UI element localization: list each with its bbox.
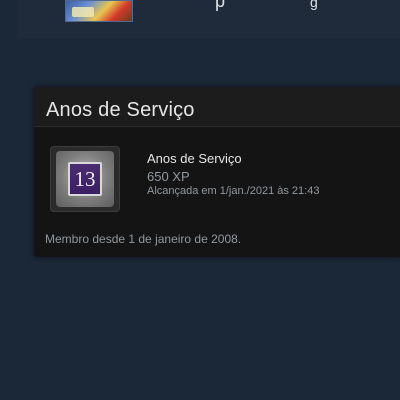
badge-level-number: 13 bbox=[74, 166, 96, 191]
profile-name-fragment-2: g bbox=[310, 0, 318, 10]
profile-header: p g bbox=[18, 0, 400, 38]
avatar[interactable] bbox=[65, 0, 133, 22]
years-of-service-panel: Anos de Serviço 13 Anos de Serviço 650 X… bbox=[34, 87, 400, 257]
badge-earned-date: Alcançada em 1/jan./2021 às 21:43 bbox=[147, 185, 320, 197]
badge-name[interactable]: Anos de Serviço bbox=[147, 151, 319, 166]
badge-xp: 650 XP bbox=[147, 169, 190, 184]
badge-info: Anos de Serviço 650 XP Alcançada em 1/ja… bbox=[147, 151, 319, 197]
panel-header: Anos de Serviço bbox=[34, 87, 400, 127]
profile-name-fragment: p bbox=[215, 0, 226, 11]
badge-icon[interactable]: 13 bbox=[50, 146, 120, 212]
panel-title: Anos de Serviço bbox=[46, 99, 195, 121]
badge-frame: 13 bbox=[56, 151, 114, 207]
badge-plate: 13 bbox=[68, 162, 102, 196]
member-since: Membro desde 1 de janeiro de 2008. bbox=[45, 232, 242, 246]
